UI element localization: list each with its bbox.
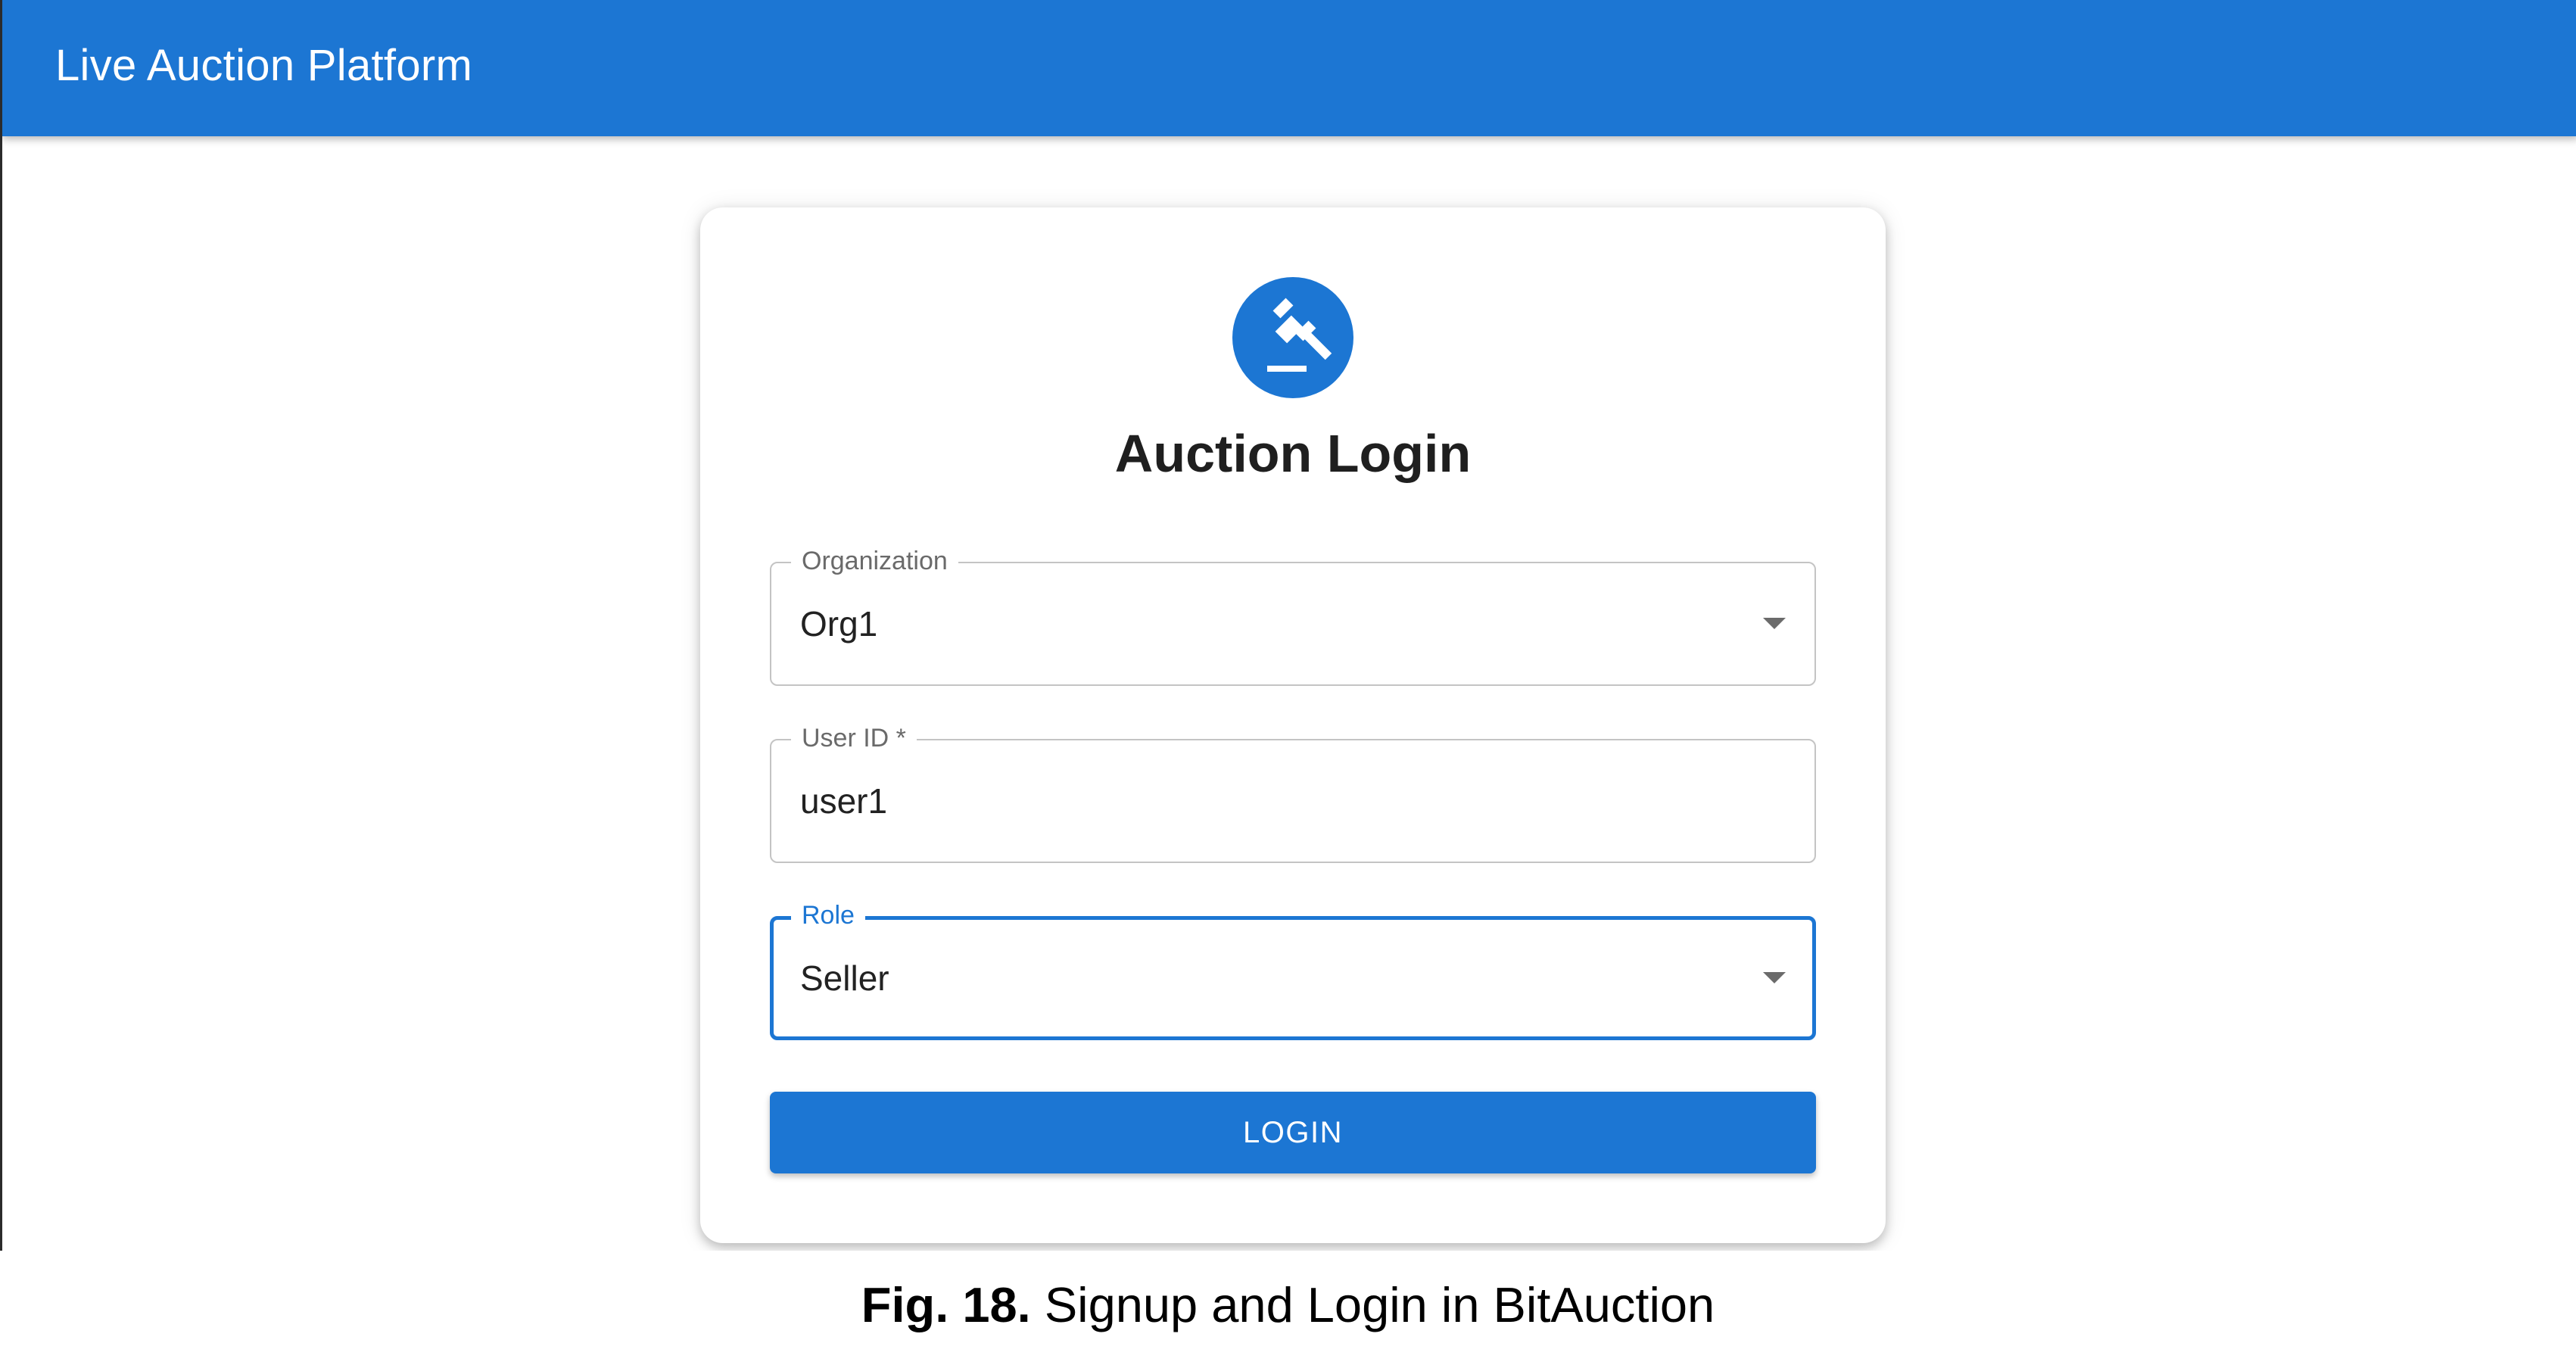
organization-select[interactable]: Organization Org1 [770, 544, 1816, 686]
app-bar: Live Auction Platform [2, 0, 2576, 136]
organization-value: Org1 [800, 604, 878, 644]
user-id-value: user1 [800, 781, 888, 821]
role-value: Seller [800, 958, 889, 998]
chevron-down-icon[interactable] [1763, 972, 1786, 983]
gavel-icon [1232, 277, 1353, 398]
app-title: Live Auction Platform [55, 41, 473, 90]
role-label: Role [791, 899, 865, 932]
login-button[interactable]: LOGIN [770, 1092, 1816, 1173]
chevron-down-icon[interactable] [1763, 618, 1786, 629]
user-id-label: User ID * [791, 721, 917, 755]
role-select[interactable]: Role Seller [770, 899, 1816, 1040]
user-id-field[interactable]: User ID * user1 [770, 721, 1816, 863]
figure-caption: Fig. 18. Signup and Login in BitAuction [0, 1275, 2576, 1335]
login-title: Auction Login [1114, 424, 1472, 483]
app-window: Live Auction Platform Auction Login Orga… [0, 0, 2576, 1251]
organization-label: Organization [791, 544, 958, 578]
login-card: Auction Login Organization Org1 User ID … [700, 207, 1886, 1243]
figure-caption-text: Signup and Login in BitAuction [1044, 1277, 1715, 1332]
figure-number: Fig. 18. [861, 1277, 1031, 1332]
